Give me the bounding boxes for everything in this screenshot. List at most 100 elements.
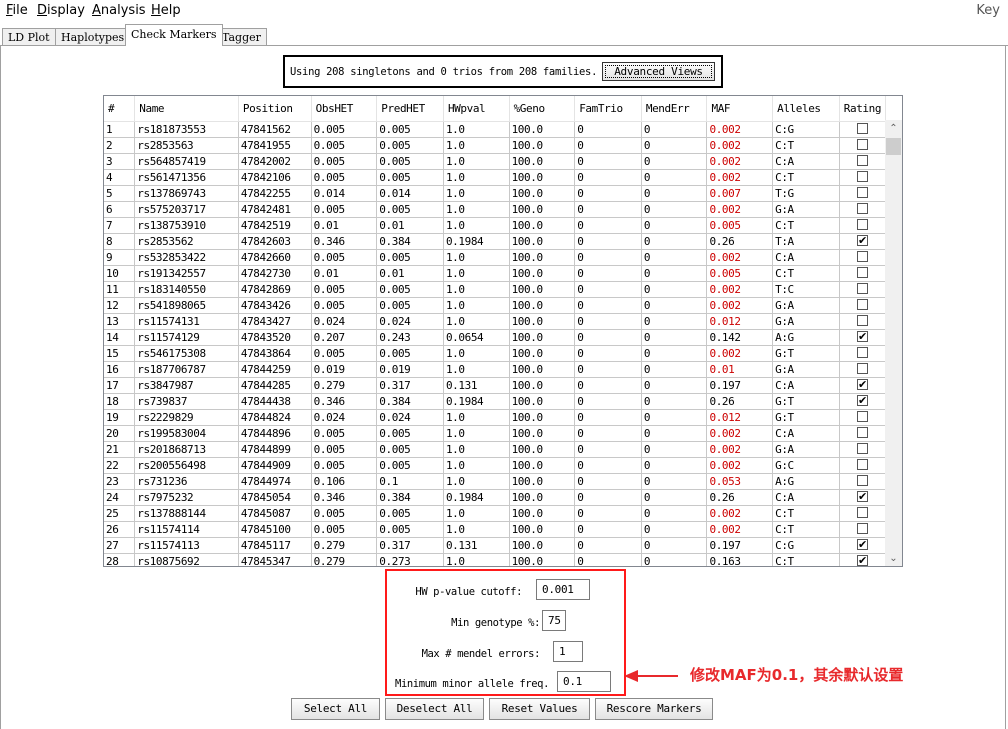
table-row[interactable]: 14 rs11574129 47843520 0.207 0.243 0.0654 100.… bbox=[104, 329, 887, 346]
column-header[interactable]: # bbox=[104, 96, 136, 122]
rating-checkbox[interactable] bbox=[856, 155, 868, 166]
rating-checkbox[interactable] bbox=[856, 219, 868, 230]
select-all-button[interactable]: Select All bbox=[291, 698, 380, 720]
tab-haplotypes[interactable]: Haplotypes bbox=[55, 28, 131, 46]
column-header[interactable]: Position bbox=[238, 96, 312, 122]
table-row[interactable]: 17 rs3847987 47844285 0.279 0.317 0.131 100.0 0… bbox=[104, 377, 887, 394]
max-mendel-input[interactable]: 1 bbox=[553, 641, 583, 662]
rating-checkbox[interactable] bbox=[856, 283, 868, 294]
column-header[interactable]: HWpval bbox=[443, 96, 510, 122]
table-row[interactable]: 22 rs200556498 47844909 0.005 0.005 1.0 100.0 0… bbox=[104, 457, 887, 474]
table-row[interactable]: 20 rs199583004 47844896 0.005 0.005 1.0 100.0 0… bbox=[104, 425, 887, 442]
table-row[interactable]: 12 rs541898065 47843426 0.005 0.005 1.0 100.0 0… bbox=[104, 297, 887, 314]
rating-checkbox[interactable] bbox=[856, 443, 868, 454]
rating-checkbox[interactable] bbox=[856, 139, 868, 150]
table-row[interactable]: 1 rs181873553 47841562 0.005 0.005 1.0 100.0 0 0… bbox=[104, 121, 887, 138]
table-row[interactable]: 21 rs201868713 47844899 0.005 0.005 1.0 100.0 0… bbox=[104, 441, 887, 458]
table-cell: 0 bbox=[641, 169, 708, 186]
table-row[interactable]: 24 rs7975232 47845054 0.346 0.384 0.1984 100.0… bbox=[104, 489, 887, 506]
rescore-markers-button[interactable]: Rescore Markers bbox=[595, 698, 713, 720]
table-row[interactable]: 2 rs2853563 47841955 0.005 0.005 1.0 100.0 0 0 0.… bbox=[104, 137, 887, 154]
rating-checkbox[interactable] bbox=[856, 203, 868, 214]
menu-display[interactable]: Display bbox=[37, 3, 85, 18]
table-row[interactable]: 10 rs191342557 47842730 0.01 0.01 1.0 100.0 0 0 0… bbox=[104, 265, 887, 282]
column-header[interactable]: Name bbox=[134, 96, 239, 122]
rating-checkbox[interactable] bbox=[856, 315, 868, 326]
table-cell: 0.002 bbox=[706, 153, 774, 170]
menu-file[interactable]: File bbox=[6, 3, 28, 18]
tab-check-markers[interactable]: Check Markers bbox=[125, 24, 223, 46]
rating-checkbox[interactable] bbox=[856, 251, 868, 262]
menu-analysis[interactable]: Analysis bbox=[92, 3, 146, 18]
rating-checkbox[interactable] bbox=[856, 475, 868, 486]
rating-checkbox[interactable] bbox=[856, 347, 868, 358]
rating-cell bbox=[839, 521, 887, 538]
panel-border-left bbox=[0, 45, 1, 729]
tab-tagger[interactable]: Tagger bbox=[216, 28, 267, 46]
column-header[interactable]: ObsHET bbox=[311, 96, 378, 122]
column-header[interactable]: %Geno bbox=[509, 96, 576, 122]
table-cell: 24 bbox=[104, 489, 136, 506]
rating-checkbox[interactable] bbox=[856, 411, 868, 422]
column-header[interactable]: Rating bbox=[839, 96, 887, 122]
scroll-down-icon[interactable]: ⌄ bbox=[885, 552, 902, 566]
rating-checkbox-checked[interactable]: ✔ bbox=[856, 235, 868, 246]
rating-checkbox-checked[interactable]: ✔ bbox=[856, 555, 868, 566]
rating-checkbox-checked[interactable]: ✔ bbox=[856, 379, 868, 390]
table-row[interactable]: 9 rs532853422 47842660 0.005 0.005 1.0 100.0 0 0… bbox=[104, 249, 887, 266]
table-cell: 0.01 bbox=[706, 361, 774, 378]
table-cell: 0.002 bbox=[706, 297, 774, 314]
column-header[interactable]: PredHET bbox=[376, 96, 444, 122]
column-header[interactable]: MAF bbox=[706, 96, 774, 122]
table-row[interactable]: 4 rs561471356 47842106 0.005 0.005 1.0 100.0 0 0… bbox=[104, 169, 887, 186]
rating-checkbox-checked[interactable]: ✔ bbox=[856, 491, 868, 502]
table-row[interactable]: 28 rs10875692 47845347 0.279 0.273 1.0 100.0 0 0… bbox=[104, 553, 887, 566]
table-row[interactable]: 26 rs11574114 47845100 0.005 0.005 1.0 100.0 0 0… bbox=[104, 521, 887, 538]
table-row[interactable]: 25 rs137888144 47845087 0.005 0.005 1.0 100.0 0… bbox=[104, 505, 887, 522]
table-row[interactable]: 13 rs11574131 47843427 0.024 0.024 1.0 100.0 0 0… bbox=[104, 313, 887, 330]
rating-checkbox[interactable] bbox=[856, 123, 868, 134]
table-row[interactable]: 6 rs575203717 47842481 0.005 0.005 1.0 100.0 0 0… bbox=[104, 201, 887, 218]
table-row[interactable]: 27 rs11574113 47845117 0.279 0.317 0.131 100.0… bbox=[104, 537, 887, 554]
table-row[interactable]: 15 rs546175308 47843864 0.005 0.005 1.0 100.0 0… bbox=[104, 345, 887, 362]
menu-help[interactable]: Help bbox=[151, 3, 181, 18]
rating-checkbox[interactable] bbox=[856, 523, 868, 534]
rating-checkbox[interactable] bbox=[856, 187, 868, 198]
rating-checkbox[interactable] bbox=[856, 459, 868, 470]
rating-checkbox-checked[interactable]: ✔ bbox=[856, 539, 868, 550]
min-maf-input[interactable]: 0.1 bbox=[557, 671, 611, 692]
table-row[interactable]: 8 rs2853562 47842603 0.346 0.384 0.1984 100.0 0… bbox=[104, 233, 887, 250]
rating-checkbox[interactable] bbox=[856, 363, 868, 374]
table-row[interactable]: 18 rs739837 47844438 0.346 0.384 0.1984 100.0 0… bbox=[104, 393, 887, 410]
rating-checkbox-checked[interactable]: ✔ bbox=[856, 331, 868, 342]
hw-cutoff-input[interactable]: 0.001 bbox=[536, 579, 590, 600]
table-row[interactable]: 5 rs137869743 47842255 0.014 0.014 1.0 100.0 0 0… bbox=[104, 185, 887, 202]
scroll-up-icon[interactable]: ⌃ bbox=[885, 122, 902, 136]
rating-checkbox[interactable] bbox=[856, 299, 868, 310]
key-label[interactable]: Key bbox=[976, 3, 1000, 18]
rating-checkbox[interactable] bbox=[856, 267, 868, 278]
table-row[interactable]: 23 rs731236 47844974 0.106 0.1 1.0 100.0 0 0 0.05… bbox=[104, 473, 887, 490]
rating-checkbox-checked[interactable]: ✔ bbox=[856, 395, 868, 406]
deselect-all-button[interactable]: Deselect All bbox=[385, 698, 484, 720]
table-row[interactable]: 19 rs2229829 47844824 0.024 0.024 1.0 100.0 0 0 0… bbox=[104, 409, 887, 426]
table-row[interactable]: 3 rs564857419 47842002 0.005 0.005 1.0 100.0 0 0… bbox=[104, 153, 887, 170]
rating-checkbox[interactable] bbox=[856, 171, 868, 182]
table-cell: 47843427 bbox=[238, 313, 312, 330]
table-row[interactable]: 11 rs183140550 47842869 0.005 0.005 1.0 100.0 0… bbox=[104, 281, 887, 298]
column-header[interactable]: Alleles bbox=[772, 96, 840, 122]
advanced-views-button[interactable]: Advanced Views bbox=[602, 62, 715, 81]
reset-values-button[interactable]: Reset Values bbox=[489, 698, 590, 720]
tab-ld-plot[interactable]: LD Plot bbox=[2, 28, 56, 46]
table-row[interactable]: 7 rs138753910 47842519 0.01 0.01 1.0 100.0 0 0 0.… bbox=[104, 217, 887, 234]
table-cell: 0.005 bbox=[311, 137, 378, 154]
rating-checkbox[interactable] bbox=[856, 507, 868, 518]
rating-checkbox[interactable] bbox=[856, 427, 868, 438]
column-header[interactable]: FamTrio bbox=[574, 96, 642, 122]
table-scrollbar[interactable]: ⌃ ⌄ bbox=[885, 120, 902, 566]
column-header[interactable]: MendErr bbox=[641, 96, 708, 122]
min-genotype-input[interactable]: 75 bbox=[542, 610, 566, 631]
scroll-thumb[interactable] bbox=[886, 138, 901, 155]
table-row[interactable]: 16 rs187706787 47844259 0.019 0.019 1.0 100.0 0… bbox=[104, 361, 887, 378]
table-cell: 11 bbox=[104, 281, 136, 298]
